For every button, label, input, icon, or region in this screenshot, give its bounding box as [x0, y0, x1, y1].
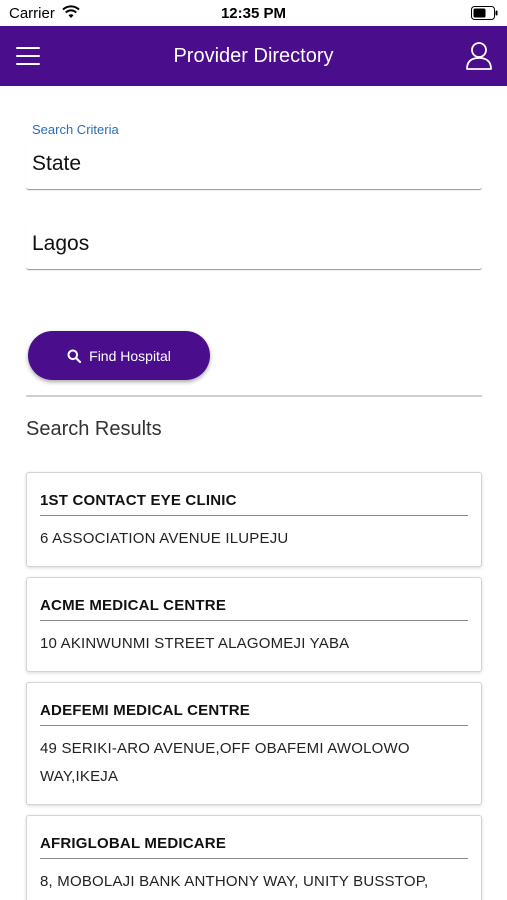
section-divider	[26, 395, 482, 397]
app-header: Provider Directory	[0, 26, 507, 86]
user-profile-icon[interactable]	[465, 41, 493, 71]
city-field-value: Lagos	[32, 232, 90, 255]
battery-icon	[471, 6, 498, 20]
result-card[interactable]: ADEFEMI MEDICAL CENTRE 49 SERIKI-ARO AVE…	[26, 682, 482, 805]
find-hospital-button[interactable]: Find Hospital	[28, 331, 210, 380]
provider-name: AFRIGLOBAL MEDICARE	[40, 816, 468, 859]
provider-name: ACME MEDICAL CENTRE	[40, 578, 468, 621]
result-card[interactable]: AFRIGLOBAL MEDICARE 8, MOBOLAJI BANK ANT…	[26, 815, 482, 900]
result-card[interactable]: ACME MEDICAL CENTRE 10 AKINWUNMI STREET …	[26, 577, 482, 672]
provider-address: 8, MOBOLAJI BANK ANTHONY WAY, UNITY BUSS…	[40, 873, 429, 890]
search-icon	[67, 349, 82, 363]
search-results-title: Search Results	[26, 418, 162, 440]
results-list: 1ST CONTACT EYE CLINIC 6 ASSOCIATION AVE…	[26, 472, 482, 900]
find-hospital-label: Find Hospital	[89, 347, 171, 364]
state-select-field[interactable]: State	[26, 142, 482, 190]
result-card[interactable]: 1ST CONTACT EYE CLINIC 6 ASSOCIATION AVE…	[26, 472, 482, 567]
state-field-value: State	[32, 152, 82, 175]
provider-address: 6 ASSOCIATION AVENUE ILUPEJU	[40, 530, 289, 547]
provider-name: 1ST CONTACT EYE CLINIC	[40, 473, 468, 516]
search-criteria-label: Search Criteria	[32, 122, 119, 137]
status-bar: Carrier 12:35 PM	[0, 0, 507, 26]
page-title: Provider Directory	[173, 45, 334, 67]
provider-name: ADEFEMI MEDICAL CENTRE	[40, 683, 468, 726]
clock: 12:35 PM	[220, 5, 287, 22]
provider-address: 10 AKINWUNMI STREET ALAGOMEJI YABA	[40, 635, 350, 652]
city-select-field[interactable]: Lagos	[26, 222, 482, 270]
provider-address: 49 SERIKI-ARO AVENUE,OFF OBAFEMI AWOLOWO…	[40, 740, 410, 785]
